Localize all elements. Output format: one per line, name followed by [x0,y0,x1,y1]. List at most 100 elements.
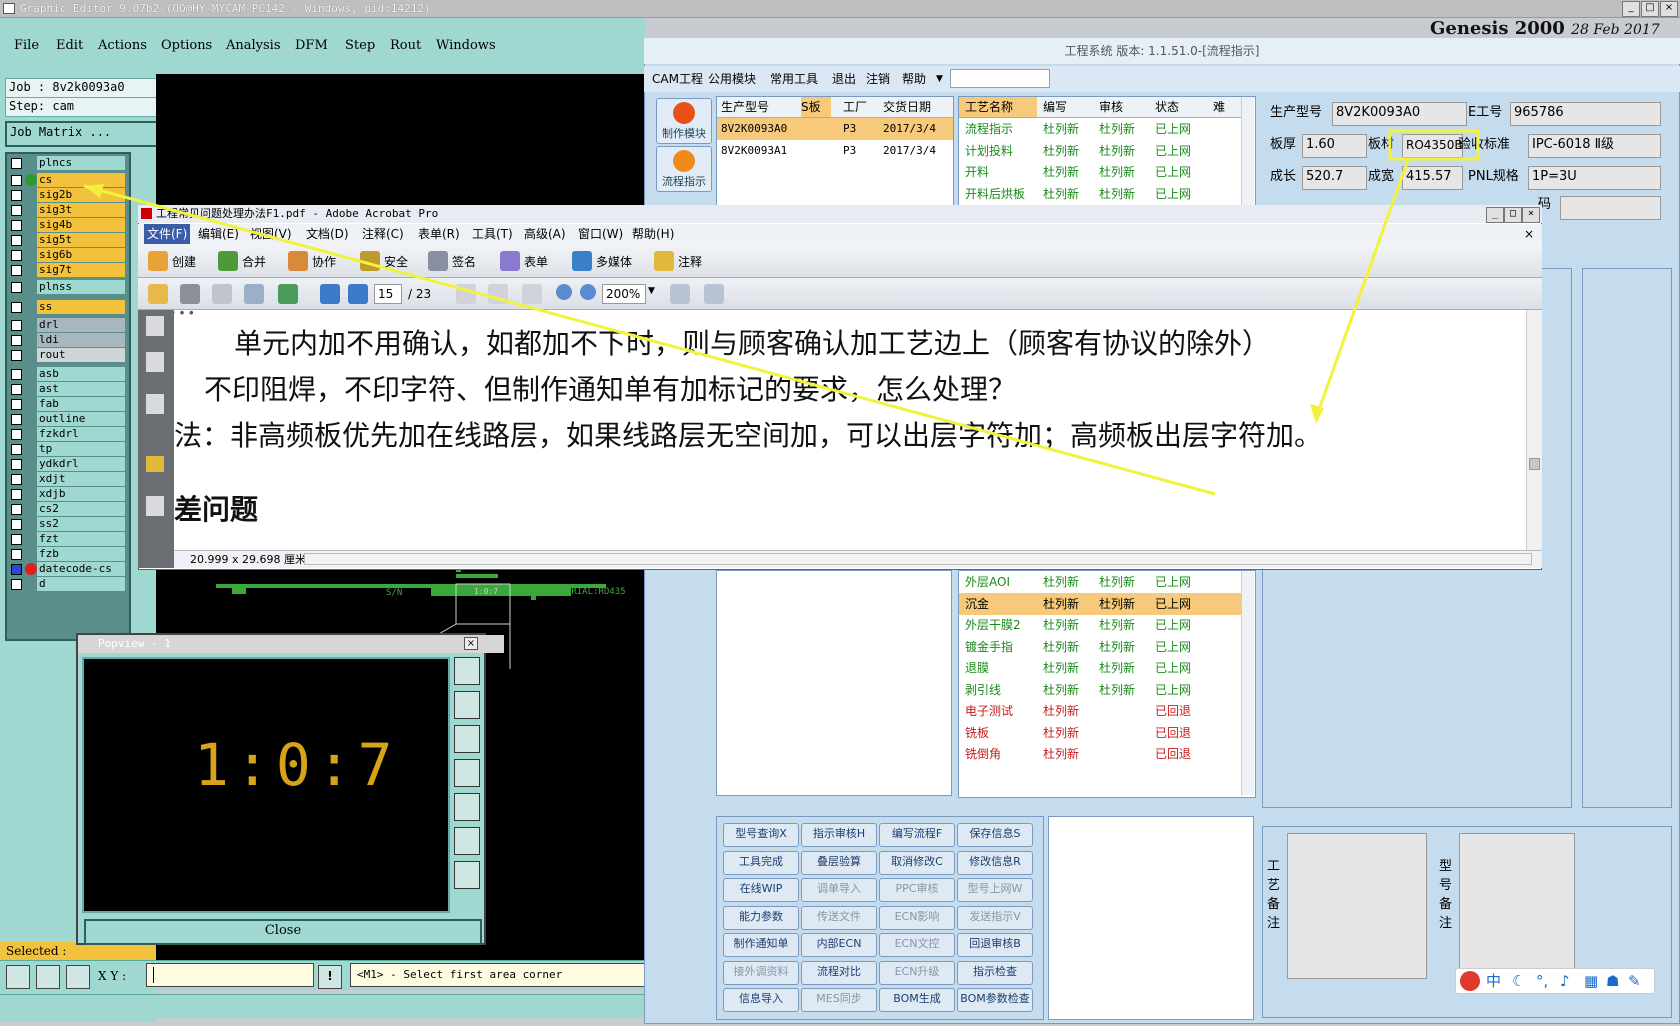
layer-row[interactable]: xdjb [9,487,125,501]
layer-checkbox[interactable] [11,429,22,440]
action-button[interactable]: 能力参数 [723,905,799,930]
acro-menu-tools[interactable]: 工具(T) [472,224,513,244]
layer-checkbox[interactable] [11,158,22,169]
acrobat-document[interactable]: … 单元内加不用确认，如都加不下时，则与顾客确认加工艺边上（顾客有协议的除外） … [174,310,1526,550]
multimedia-button[interactable]: 多媒体 [596,253,632,270]
layer-checkbox[interactable] [11,564,22,575]
select-cursor-icon[interactable] [456,284,476,304]
action-button[interactable]: 信息导入 [723,988,799,1012]
action-button[interactable]: 指示检查 [957,960,1033,985]
order-row[interactable]: 8V2K0093A0 P3 2017/3/4 [717,118,953,140]
process-row[interactable]: 外层AOI 杜列新 杜列新 已上网 [959,571,1241,593]
acro-menu-comment[interactable]: 注释(C) [362,224,404,244]
action-button[interactable]: ECN影响 [879,905,955,930]
material-field[interactable]: RO4350B [1402,134,1463,158]
layer-row[interactable]: sig5t [9,233,125,247]
eng-menu-logout[interactable]: 注销 [866,66,890,92]
layer-row[interactable]: rout [9,348,125,362]
layer-row[interactable]: cs [9,173,125,187]
alert-icon[interactable]: ! [318,965,342,989]
layer-checkbox[interactable] [11,579,22,590]
layer-row[interactable]: tp [9,442,125,456]
width-field[interactable]: 415.57 [1402,166,1463,190]
process-row[interactable]: 电子测试 杜列新 已回退 [959,700,1241,722]
acro-menu-help[interactable]: 帮助(H) [632,224,674,244]
layer-checkbox[interactable] [11,444,22,455]
eng-menu-public[interactable]: 公用模块 [708,66,756,92]
action-button[interactable]: 编写流程F [879,823,955,847]
bookmarks-icon[interactable] [146,352,164,372]
comment-button[interactable]: 注释 [678,253,702,270]
layer-row[interactable]: asb [9,367,125,381]
action-button[interactable]: BOM参数检查 [957,988,1033,1012]
action-button[interactable]: 回退审核B [957,933,1033,957]
zoom-chevron-down-icon[interactable]: ▼ [648,286,655,296]
acro-menu-advanced[interactable]: 高级(A) [524,224,566,244]
thickness-field[interactable]: 1.60 [1302,134,1367,158]
action-button[interactable]: 取消修改C [879,850,955,875]
process-row[interactable]: 开料 杜列新 杜列新 已上网 [959,161,1241,183]
pan-left-icon[interactable] [454,759,480,787]
action-button[interactable]: BOM生成 [879,988,955,1012]
layer-checkbox[interactable] [11,474,22,485]
minimize-icon[interactable]: _ [1622,1,1640,17]
process-row[interactable]: 铣板 杜列新 已回退 [959,722,1241,744]
layer-checkbox[interactable] [11,302,22,313]
layer-row[interactable]: ss2 [9,517,125,531]
layer-row[interactable]: fzkdrl [9,427,125,441]
menu-step[interactable]: Step [345,38,375,53]
process-row[interactable]: 铣倒角 杜列新 已回退 [959,743,1241,765]
layer-row[interactable]: sig6b [9,248,125,262]
popview-close-icon[interactable]: × [464,637,478,650]
action-button[interactable]: 发送指示V [957,905,1033,930]
layer-row[interactable]: ast [9,382,125,396]
length-field[interactable]: 520.7 [1302,166,1367,190]
acro-menu-forms[interactable]: 表单(R) [418,224,460,244]
action-button[interactable]: 传送文件 [801,905,877,930]
hand-icon[interactable] [488,284,508,304]
acro-menu-window[interactable]: 窗口(W) [578,224,623,244]
acro-menu-file[interactable]: 文件(F) [144,224,191,244]
layer-checkbox[interactable] [11,459,22,470]
layer-checkbox[interactable] [11,504,22,515]
acro-menu-document[interactable]: 文档(D) [306,224,349,244]
fit-width-icon[interactable] [670,284,690,304]
job-matrix-button[interactable]: Job Matrix ... [5,121,160,147]
action-button[interactable]: 流程对比 [801,960,877,985]
model-note-field[interactable] [1459,833,1575,979]
eng-menu-cam[interactable]: CAM工程 [652,66,703,92]
layer-row[interactable]: outline [9,412,125,426]
layer-checkbox[interactable] [11,369,22,380]
menu-windows[interactable]: Windows [436,38,496,53]
pan-right-icon[interactable] [454,793,480,821]
action-button[interactable]: ECN文控 [879,933,955,957]
layer-checkbox[interactable] [11,282,22,293]
acrobat-maximize-icon[interactable]: □ [1504,207,1522,223]
layer-row[interactable]: drl [9,318,125,332]
layer-checkbox[interactable] [11,399,22,410]
layer-row[interactable]: cs2 [9,502,125,516]
layer-row[interactable]: datecode-cs [9,562,125,576]
layer-checkbox[interactable] [11,265,22,276]
acro-menu-view[interactable]: 视图(V) [250,224,292,244]
mic-icon[interactable]: ♪ [1560,969,1570,993]
grid-tool-icon[interactable] [66,965,90,989]
layer-checkbox[interactable] [11,350,22,361]
pnl-field[interactable]: 1P=3U [1528,166,1661,190]
popview-close-button[interactable]: Close [84,919,482,945]
layer-row[interactable]: xdjt [9,472,125,486]
center-icon[interactable] [454,861,480,889]
process-row[interactable]: 外层干膜2 杜列新 杜列新 已上网 [959,614,1241,636]
layer-row[interactable]: fab [9,397,125,411]
xy-input[interactable] [146,963,314,987]
sign-button[interactable]: 签名 [452,253,476,270]
e-field[interactable]: 965786 [1510,102,1661,126]
menu-actions[interactable]: Actions [98,38,147,53]
process-scrollbar-lower[interactable] [1241,571,1254,795]
acceptance-field[interactable]: IPC-6018 Ⅱ级 [1528,134,1661,158]
fit-page-icon[interactable] [704,284,724,304]
make-module-button[interactable]: 制作模块 [656,98,712,144]
page-number-input[interactable]: 15 [374,284,402,304]
acrobat-vertical-scrollbar[interactable] [1526,310,1542,550]
action-button[interactable]: 内部ECN [801,933,877,957]
